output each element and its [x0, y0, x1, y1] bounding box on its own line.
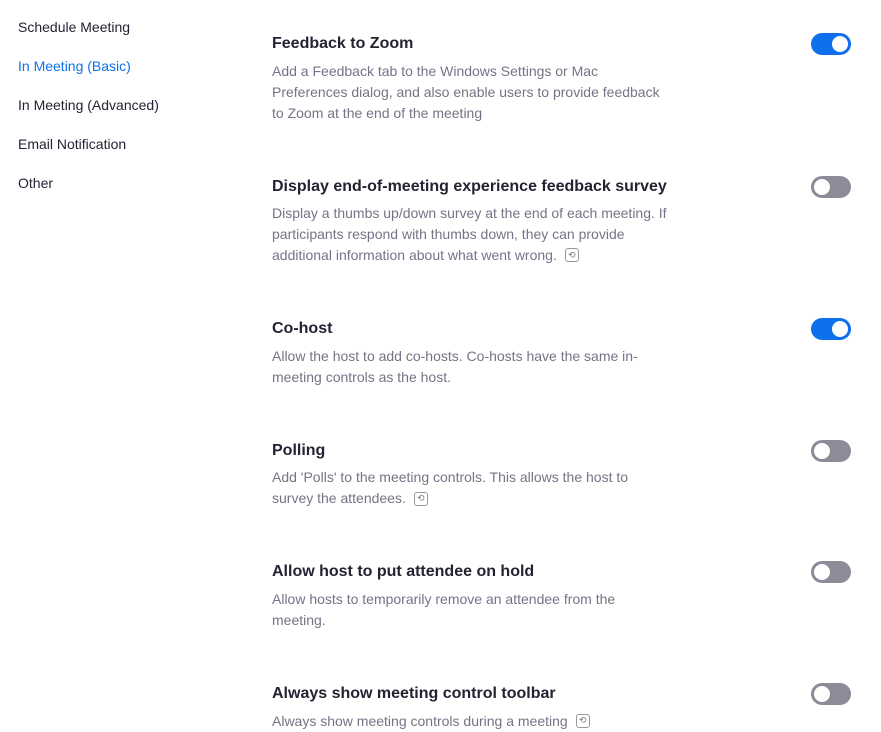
setting-text: Feedback to Zoom Add a Feedback tab to t…: [272, 33, 672, 124]
sidebar-item-email-notification[interactable]: Email Notification: [18, 125, 272, 164]
toggle-feedback-to-zoom[interactable]: [811, 33, 851, 55]
setting-title: Allow host to put attendee on hold: [272, 561, 672, 583]
sidebar-item-schedule-meeting[interactable]: Schedule Meeting: [18, 8, 272, 47]
settings-main: Feedback to Zoom Add a Feedback tab to t…: [272, 0, 881, 668]
sidebar-item-in-meeting-basic[interactable]: In Meeting (Basic): [18, 47, 272, 86]
setting-feedback-to-zoom: Feedback to Zoom Add a Feedback tab to t…: [272, 33, 851, 124]
setting-desc-text: Always show meeting controls during a me…: [272, 713, 568, 729]
setting-desc: Add a Feedback tab to the Windows Settin…: [272, 61, 672, 124]
sidebar-item-in-meeting-advanced[interactable]: In Meeting (Advanced): [18, 86, 272, 125]
toggle-co-host[interactable]: [811, 318, 851, 340]
setting-desc-text: Display a thumbs up/down survey at the e…: [272, 205, 667, 263]
setting-text: Always show meeting control toolbar Alwa…: [272, 683, 590, 732]
toggle-always-show-toolbar[interactable]: [811, 683, 851, 705]
setting-desc: Allow hosts to temporarily remove an att…: [272, 589, 672, 631]
setting-polling: Polling Add 'Polls' to the meeting contr…: [272, 440, 851, 510]
setting-text: Display end-of-meeting experience feedba…: [272, 176, 672, 267]
reset-icon[interactable]: ⟲: [576, 714, 590, 728]
setting-text: Polling Add 'Polls' to the meeting contr…: [272, 440, 672, 510]
settings-sidebar: Schedule Meeting In Meeting (Basic) In M…: [0, 0, 272, 668]
setting-desc: Display a thumbs up/down survey at the e…: [272, 203, 672, 266]
setting-attendee-on-hold: Allow host to put attendee on hold Allow…: [272, 561, 851, 631]
toggle-end-of-meeting-survey[interactable]: [811, 176, 851, 198]
setting-desc: Add 'Polls' to the meeting controls. Thi…: [272, 467, 672, 509]
setting-always-show-toolbar: Always show meeting control toolbar Alwa…: [272, 683, 851, 732]
setting-title: Display end-of-meeting experience feedba…: [272, 176, 672, 198]
toggle-attendee-on-hold[interactable]: [811, 561, 851, 583]
setting-desc: Allow the host to add co-hosts. Co-hosts…: [272, 346, 672, 388]
setting-co-host: Co-host Allow the host to add co-hosts. …: [272, 318, 851, 388]
toggle-polling[interactable]: [811, 440, 851, 462]
reset-icon[interactable]: ⟲: [414, 492, 428, 506]
setting-title: Co-host: [272, 318, 672, 340]
setting-text: Co-host Allow the host to add co-hosts. …: [272, 318, 672, 388]
setting-text: Allow host to put attendee on hold Allow…: [272, 561, 672, 631]
setting-desc-text: Add 'Polls' to the meeting controls. Thi…: [272, 469, 628, 506]
setting-end-of-meeting-survey: Display end-of-meeting experience feedba…: [272, 176, 851, 267]
setting-title: Polling: [272, 440, 672, 462]
setting-desc: Always show meeting controls during a me…: [272, 711, 590, 732]
sidebar-item-other[interactable]: Other: [18, 164, 272, 203]
setting-title: Always show meeting control toolbar: [272, 683, 590, 705]
reset-icon[interactable]: ⟲: [565, 248, 579, 262]
setting-title: Feedback to Zoom: [272, 33, 672, 55]
